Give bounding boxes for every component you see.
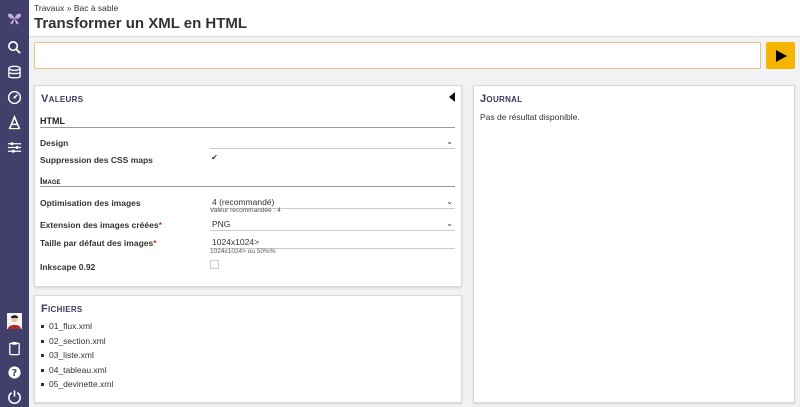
svg-text:?: ?: [12, 367, 17, 378]
file-name: 04_tableau.xml: [49, 365, 107, 375]
html-section-title: HTML: [40, 116, 65, 126]
journal-message: Pas de résultat disponible.: [480, 112, 580, 122]
file-item[interactable]: 01_flux.xml: [41, 321, 92, 331]
optim-value: 4 (recommandé): [212, 197, 275, 207]
chevron-down-icon: ⌄: [446, 197, 453, 206]
fichiers-panel: Fichiers 01_flux.xml 02_section.xml 03_l…: [34, 295, 462, 403]
divider: [40, 127, 455, 128]
bullet: [41, 354, 44, 358]
valeurs-panel: Valeurs HTML Design ⌄ Suppression des CS…: [34, 85, 462, 287]
css-maps-label: Suppression des CSS maps: [40, 155, 153, 165]
page-title: Transformer un XML en HTML: [34, 15, 248, 32]
journal-panel: Journal Pas de résultat disponible.: [473, 85, 795, 403]
required-mark: *: [158, 220, 162, 230]
power-icon[interactable]: [4, 386, 25, 406]
sidebar: ?: [0, 0, 29, 407]
database-icon[interactable]: [4, 62, 25, 82]
run-button[interactable]: [766, 42, 795, 69]
required-mark: *: [153, 238, 157, 248]
search-icon[interactable]: [4, 37, 25, 57]
size-label: Taille par défaut des images*: [40, 238, 157, 248]
size-label-text: Taille par défaut des images: [40, 238, 154, 248]
bullet: [41, 325, 44, 329]
design-label: Design: [40, 138, 69, 148]
bullet: [41, 340, 44, 344]
chevron-down-icon: ⌄: [446, 219, 453, 228]
fichiers-title: Fichiers: [41, 303, 83, 315]
image-section-title: Image: [40, 176, 61, 186]
breadcrumb[interactable]: Travaux » Bac à sable: [34, 3, 118, 13]
bullet: [41, 369, 44, 373]
header: Travaux » Bac à sable Transformer un XML…: [29, 0, 800, 37]
collapse-arrow-icon[interactable]: [449, 92, 455, 102]
chevron-down-icon: ⌄: [446, 137, 453, 146]
ext-value: PNG: [212, 219, 231, 229]
file-name: 03_liste.xml: [49, 350, 94, 360]
css-maps-checkbox[interactable]: ✔: [210, 153, 219, 162]
ext-select[interactable]: PNG ⌄: [210, 218, 455, 231]
sliders-icon[interactable]: [4, 137, 25, 157]
ext-label-text: Extension des images créées: [40, 220, 159, 230]
command-input[interactable]: [34, 42, 761, 69]
file-name: 02_section.xml: [49, 336, 106, 346]
optim-label: Optimisation des images: [40, 198, 141, 208]
file-item[interactable]: 03_liste.xml: [41, 350, 94, 360]
font-icon[interactable]: [4, 112, 25, 132]
user-avatar[interactable]: [7, 313, 22, 329]
file-item[interactable]: 04_tableau.xml: [41, 365, 107, 375]
inkscape-checkbox[interactable]: [210, 260, 219, 269]
file-item[interactable]: 05_devinette.xml: [41, 379, 113, 389]
file-item[interactable]: 02_section.xml: [41, 336, 106, 346]
inkscape-label: Inkscape 0.92: [40, 262, 96, 272]
bullet: [41, 383, 44, 387]
play-icon: [775, 49, 787, 62]
divider: [40, 186, 455, 187]
journal-title: Journal: [480, 93, 523, 105]
dashboard-icon[interactable]: [4, 87, 25, 107]
size-value: 1024x1024>: [212, 237, 260, 247]
file-name: 05_devinette.xml: [49, 379, 114, 389]
size-hint: 1024x1024> ou 50%%: [210, 248, 276, 255]
help-icon[interactable]: ?: [4, 362, 25, 382]
file-name: 01_flux.xml: [49, 321, 92, 331]
clipboard-icon[interactable]: [4, 338, 25, 358]
ext-label: Extension des images créées*: [40, 220, 162, 230]
logo-icon[interactable]: [4, 8, 25, 28]
design-select[interactable]: ⌄: [210, 136, 455, 149]
valeurs-title: Valeurs: [41, 93, 84, 105]
optim-hint: Valeur recommandée : 4: [210, 207, 281, 214]
